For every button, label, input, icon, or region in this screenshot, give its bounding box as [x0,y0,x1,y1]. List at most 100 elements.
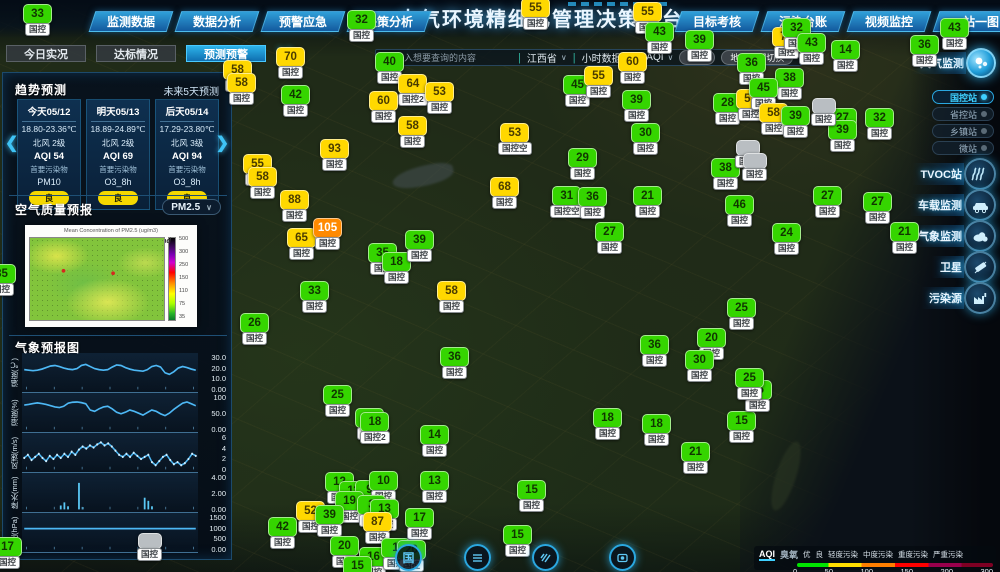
station-marker[interactable]: 29国控 [568,148,597,180]
station-marker[interactable]: 27国控 [863,192,892,224]
station-marker[interactable]: 国控 [137,533,162,561]
station-marker[interactable]: 36国控 [440,347,469,379]
station-type-label: 国控 [635,205,660,218]
station-marker[interactable]: 36国控 [910,35,939,67]
station-marker[interactable]: 25国控 [735,368,764,400]
primary-tab-left-0[interactable]: 监测数据 [89,11,174,32]
station-marker[interactable]: 36国控 [578,187,607,219]
map-tool-capture-icon[interactable] [609,544,636,571]
primary-tab-right-2[interactable]: 视频监控 [847,11,932,32]
station-marker[interactable]: 53国控 [425,82,454,114]
station-marker[interactable]: 33国控 [23,4,52,36]
sidebar-item-1[interactable]: 车载监测 [910,189,996,221]
station-marker[interactable]: 14国控 [420,425,449,457]
station-marker[interactable]: 18国控2 [360,412,390,444]
sidebar-subitem-2[interactable]: 乡镇站 [932,124,994,138]
station-marker[interactable]: 32国控 [347,10,376,42]
station-marker[interactable]: 39国控 [622,90,651,122]
station-marker[interactable]: 43国控 [797,33,826,65]
station-marker[interactable]: 39国控 [405,230,434,262]
sidebar-subitem-0[interactable]: 国控站 [932,90,994,104]
station-marker[interactable]: 13国控 [420,471,449,503]
station-marker[interactable]: 27国控 [813,186,842,218]
station-marker[interactable]: 58国控 [437,281,466,313]
station-marker[interactable]: 58国控 [227,73,256,105]
station-marker[interactable]: 39国控 [315,505,344,537]
station-type-label: 国控 [137,548,162,561]
legend-tab-1[interactable]: 臭氧 [780,548,798,561]
station-marker[interactable]: 27国控 [595,222,624,254]
station-marker[interactable]: 58国控 [398,116,427,148]
primary-tab-left-1[interactable]: 数据分析 [175,11,260,32]
sidebar-subitem-1[interactable]: 省控站 [932,107,994,121]
station-marker[interactable]: 36国控 [640,335,669,367]
station-marker[interactable]: 24国控 [772,223,801,255]
secondary-tab-0[interactable]: 今日实况 [6,45,86,62]
station-marker[interactable]: 43国控 [645,22,674,54]
station-marker[interactable]: 国控 [742,153,767,181]
sidebar-item-3[interactable]: 卫星 [932,251,996,283]
station-marker[interactable]: 33国控 [300,281,329,313]
station-marker[interactable]: 42国控 [281,85,310,117]
forecast-cards: 今天05/1218.80-23.36℃北风 2级AQI 54首要污染物PM10良… [17,99,219,210]
station-marker[interactable]: 70国控 [276,47,305,79]
station-aqi-badge [138,533,162,549]
station-marker[interactable]: 18国控 [593,408,622,440]
station-marker[interactable]: 15国控 [517,480,546,512]
station-marker[interactable]: 21国控 [633,186,662,218]
forecast-level-badge[interactable]: 良 [98,191,139,205]
legend-tab-0[interactable]: AQI [759,549,775,561]
sidebar-item-4[interactable]: 污染源 [921,282,996,314]
station-marker[interactable]: 25国控 [727,298,756,330]
secondary-tab-1[interactable]: 达标情况 [96,45,176,62]
station-marker[interactable]: 14国控 [831,40,860,72]
station-marker[interactable]: 58国控 [248,167,277,199]
station-marker[interactable]: 15国控 [343,556,372,572]
primary-tab-left-2[interactable]: 预警应急 [261,11,346,32]
station-marker[interactable]: 30国控 [631,123,660,155]
station-marker[interactable]: 65国控 [287,228,316,260]
station-marker[interactable]: 32国控 [865,108,894,140]
station-marker[interactable]: 15国控 [727,411,756,443]
station-marker[interactable]: 43国控 [940,18,969,50]
sidebar-item-2[interactable]: 气象监测 [910,220,996,252]
station-marker[interactable]: 42国控 [268,517,297,549]
primary-tab-right-0[interactable]: 目标考核 [675,11,760,32]
ytick: 50.0 [211,410,226,418]
station-aqi-badge: 39 [405,230,434,250]
station-marker[interactable]: 55国控 [584,66,613,98]
filter-select-0[interactable]: 江西省∨ [527,50,567,65]
station-marker[interactable]: 21国控 [890,222,919,254]
station-marker[interactable]: 17国控 [405,508,434,540]
station-marker[interactable]: 21国控 [681,442,710,474]
station-aqi-badge: 105 [313,218,342,238]
station-marker[interactable]: 64国控2 [398,74,428,106]
sidebar-subitem-3[interactable]: 微站 [932,141,994,155]
station-marker[interactable]: 17国控 [0,537,22,569]
station-marker[interactable]: 60国控 [369,91,398,123]
map-tool-china-layer-icon[interactable]: 国 [395,544,422,571]
station-marker[interactable]: 国控 [811,98,836,126]
station-marker[interactable]: 55国控 [521,0,550,30]
station-marker[interactable]: 15国控 [503,525,532,557]
map-tool-layers-icon[interactable] [464,544,491,571]
carousel-right-icon[interactable]: ❯ [216,133,229,153]
station-marker[interactable]: 18国控 [642,414,671,446]
station-marker[interactable]: 26国控 [240,313,269,345]
pollutant-select[interactable]: PM2.5 ∨ [162,199,221,215]
station-marker[interactable]: 60国控 [618,52,647,84]
station-marker[interactable]: 105国控 [313,218,342,250]
station-marker[interactable]: 46国控 [725,195,754,227]
station-marker[interactable]: 35国控 [0,264,16,296]
station-marker[interactable]: 25国控 [323,385,352,417]
station-marker[interactable]: 68国控 [490,177,519,209]
station-marker[interactable]: 53国控空 [498,123,532,155]
map-tool-wind-lines-icon[interactable] [532,544,559,571]
station-marker[interactable]: 30国控 [685,350,714,382]
station-marker[interactable]: 88国控 [280,190,309,222]
station-marker[interactable]: 93国控 [320,139,349,171]
station-marker[interactable]: 38国控 [775,68,804,100]
sidebar-item-0[interactable]: TVOC站 [912,158,996,190]
station-marker[interactable]: 39国控 [781,106,810,138]
station-marker[interactable]: 39国控 [685,30,714,62]
